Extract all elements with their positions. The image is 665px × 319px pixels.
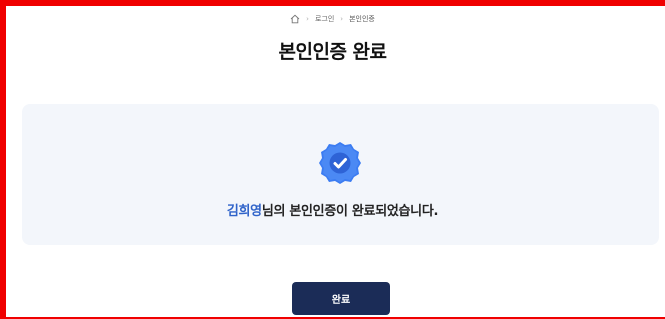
done-button[interactable]: 완료 xyxy=(292,282,390,315)
breadcrumb-separator: › xyxy=(340,15,344,23)
page-title: 본인인증 완료 xyxy=(278,41,388,63)
completion-message-text: 님의 본인인증이 완료되었습니다. xyxy=(261,204,439,219)
home-icon[interactable] xyxy=(290,14,300,24)
verified-badge-icon xyxy=(316,139,364,187)
user-name: 김희영 xyxy=(226,204,262,219)
breadcrumb-separator: › xyxy=(306,15,309,23)
breadcrumb-item-verification: 본인인증 xyxy=(349,15,375,23)
breadcrumb: › 로그인 › 본인인증 xyxy=(0,14,665,24)
breadcrumb-item-login[interactable]: 로그인 xyxy=(315,14,334,24)
completion-message: 김희영님의 본인인증이 완료되었습니다. xyxy=(0,200,665,219)
